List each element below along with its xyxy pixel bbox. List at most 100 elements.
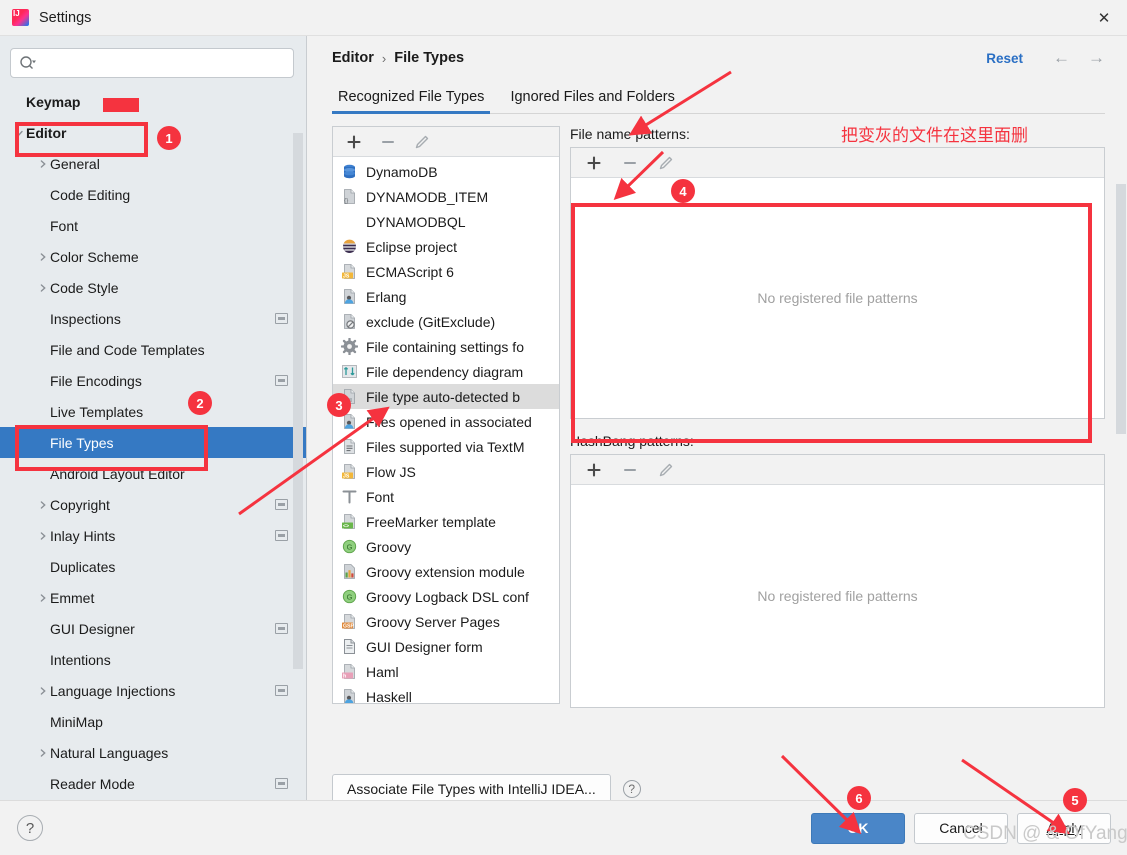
sidebar-item-emmet[interactable]: Emmet [0, 582, 306, 613]
remove-file-type-button[interactable] [379, 133, 397, 151]
sidebar-item-code-style[interactable]: Code Style [0, 272, 306, 303]
tab-ignored-files-and-folders[interactable]: Ignored Files and Folders [504, 89, 680, 114]
chevron-right-icon[interactable] [38, 500, 48, 510]
sidebar-item-color-scheme[interactable]: Color Scheme [0, 241, 306, 272]
file-name-patterns-label: File name patterns: [570, 126, 690, 142]
add-file-type-button[interactable] [345, 133, 363, 151]
sidebar-item-general[interactable]: General [0, 148, 306, 179]
sidebar-item-reader-mode[interactable]: Reader Mode [0, 768, 306, 799]
reset-link[interactable]: Reset [986, 51, 1023, 66]
sidebar-item-android-layout-editor[interactable]: Android Layout Editor [0, 458, 306, 489]
file-type-row[interactable]: File dependency diagram [333, 359, 559, 384]
search-input[interactable] [41, 49, 285, 77]
settings-modified-badge-icon [275, 685, 288, 696]
breadcrumb-parent[interactable]: Editor [332, 50, 374, 66]
doc-braces-gray-icon: {} [341, 188, 358, 205]
file-type-row[interactable]: Font [333, 484, 559, 509]
forward-arrow-icon[interactable]: → [1088, 48, 1105, 68]
file-type-row[interactable]: G Groovy Logback DSL conf [333, 584, 559, 609]
dialog-body: Keymap Editor General Code Editing Font Color… [0, 36, 1127, 819]
sidebar-item-gui-designer[interactable]: GUI Designer [0, 613, 306, 644]
apply-button[interactable]: Apply [1017, 812, 1111, 844]
ok-button[interactable]: OK [811, 812, 905, 844]
edit-hashbang-pattern-pencil-icon[interactable] [657, 461, 675, 479]
sidebar-item-copyright[interactable]: Copyright [0, 489, 306, 520]
settings-modified-badge-icon [275, 499, 288, 510]
sidebar-item-natural-languages[interactable]: Natural Languages [0, 737, 306, 768]
file-type-row[interactable]: <> FreeMarker template [333, 509, 559, 534]
help-icon[interactable]: ? [622, 780, 641, 798]
doc-lines-gray-icon [341, 438, 358, 455]
sidebar-item-file-and-code-templates[interactable]: File and Code Templates [0, 334, 306, 365]
sidebar-scrollbar[interactable] [293, 133, 303, 669]
chevron-down-icon[interactable] [14, 128, 24, 138]
circle-g-green-icon: G [341, 538, 358, 555]
chevron-right-icon[interactable] [38, 159, 48, 169]
file-type-row[interactable]: Files opened in associated [333, 409, 559, 434]
search-box[interactable] [10, 48, 294, 78]
sidebar-item-label: Intentions [50, 651, 111, 668]
edit-file-name-pattern-pencil-icon[interactable] [657, 154, 675, 172]
sidebar-item-font[interactable]: Font [0, 210, 306, 241]
file-type-row[interactable]: DYNAMODBQL [333, 209, 559, 234]
file-type-row[interactable]: GSP Groovy Server Pages [333, 609, 559, 634]
file-type-row[interactable]: exclude (GitExclude) [333, 309, 559, 334]
file-type-row[interactable]: Eclipse project [333, 234, 559, 259]
chevron-right-icon[interactable] [38, 593, 48, 603]
file-type-row[interactable]: File containing settings fo [333, 334, 559, 359]
file-type-row[interactable]: File type auto-detected b [333, 384, 559, 409]
svg-text:h: h [343, 673, 346, 679]
file-type-row[interactable]: Groovy extension module [333, 559, 559, 584]
sidebar-item-inspections[interactable]: Inspections [0, 303, 306, 334]
remove-hashbang-pattern-button[interactable] [621, 461, 639, 479]
sidebar-item-live-templates[interactable]: Live Templates [0, 396, 306, 427]
back-arrow-icon[interactable]: ← [1053, 48, 1070, 68]
file-type-row[interactable]: h Haml [333, 659, 559, 684]
letter-t-gray-icon [341, 488, 358, 505]
sidebar-item-keymap[interactable]: Keymap [0, 86, 306, 117]
sidebar-item-label: File Encodings [50, 372, 142, 389]
sidebar-item-intentions[interactable]: Intentions [0, 644, 306, 675]
file-type-row[interactable]: Files supported via TextM [333, 434, 559, 459]
file-type-row[interactable]: {} DYNAMODB_ITEM [333, 184, 559, 209]
tab-recognized-file-types[interactable]: Recognized File Types [332, 89, 491, 114]
file-type-row[interactable]: GUI Designer form [333, 634, 559, 659]
footer-help-icon[interactable]: ? [17, 815, 43, 841]
file-type-row[interactable]: Haskell [333, 684, 559, 703]
sidebar-item-duplicates[interactable]: Duplicates [0, 551, 306, 582]
file-types-scrollbar[interactable] [1116, 184, 1126, 434]
sidebar-item-inlay-hints[interactable]: Inlay Hints [0, 520, 306, 551]
file-type-label: Groovy Logback DSL conf [366, 588, 529, 605]
intellij-idea-icon [12, 9, 29, 26]
file-type-row[interactable]: JS ECMAScript 6 [333, 259, 559, 284]
sidebar-item-minimap[interactable]: MiniMap [0, 706, 306, 737]
cancel-button[interactable]: Cancel [914, 812, 1008, 844]
edit-file-type-pencil-icon[interactable] [413, 133, 431, 151]
file-type-label: GUI Designer form [366, 638, 483, 655]
chevron-right-icon[interactable] [38, 252, 48, 262]
file-name-patterns-toolbar [571, 148, 1104, 178]
remove-file-name-pattern-button[interactable] [621, 154, 639, 172]
file-types-list[interactable]: DynamoDB {} DYNAMODB_ITEM DYNAMODBQL Eclipse… [333, 157, 559, 703]
file-type-label: Groovy Server Pages [366, 613, 500, 630]
add-file-name-pattern-button[interactable] [585, 154, 603, 172]
sidebar-item-label: Android Layout Editor [50, 465, 185, 482]
file-type-row[interactable]: DynamoDB [333, 159, 559, 184]
sidebar-item-file-types[interactable]: File Types [0, 427, 306, 458]
chevron-right-icon[interactable] [38, 686, 48, 696]
sidebar-item-label: Editor [26, 124, 67, 141]
window-title: Settings [39, 9, 92, 26]
file-type-row[interactable]: Erlang [333, 284, 559, 309]
sidebar-item-editor[interactable]: Editor [0, 117, 306, 148]
chevron-right-icon[interactable] [38, 531, 48, 541]
settings-tree[interactable]: Keymap Editor General Code Editing Font Color… [0, 84, 306, 819]
chevron-right-icon[interactable] [38, 283, 48, 293]
sidebar-item-language-injections[interactable]: Language Injections [0, 675, 306, 706]
sidebar-item-code-editing[interactable]: Code Editing [0, 179, 306, 210]
chevron-right-icon[interactable] [38, 748, 48, 758]
sidebar-item-file-encodings[interactable]: File Encodings [0, 365, 306, 396]
file-type-row[interactable]: G Groovy [333, 534, 559, 559]
close-icon[interactable]: ✕ [1081, 0, 1127, 35]
file-type-row[interactable]: JS Flow JS [333, 459, 559, 484]
add-hashbang-pattern-button[interactable] [585, 461, 603, 479]
